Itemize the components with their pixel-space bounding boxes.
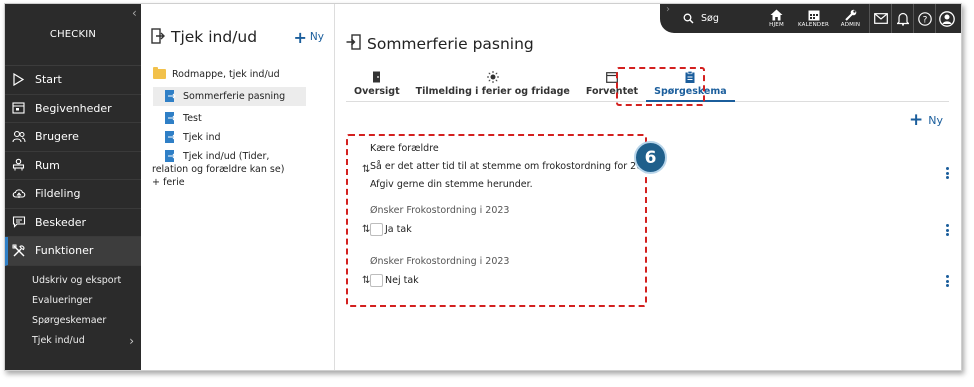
tab-forventet[interactable]: Forventet <box>578 70 646 101</box>
checkin-doc-icon <box>165 90 176 102</box>
users-icon <box>12 130 26 144</box>
checkin-doc-icon <box>165 131 176 143</box>
new-label: Ny <box>928 113 943 127</box>
sidebar-item-begivenheder[interactable]: Begivenheder <box>5 95 141 123</box>
cloud-icon <box>12 187 26 201</box>
folder-icon <box>153 67 166 79</box>
subnav-item-label: Spørgeskemaer <box>32 315 107 326</box>
tab-label: Spørgeskema <box>654 86 727 97</box>
question-block: Ønsker Frokostordning i 2023 Nej tak ⇅ <box>362 253 510 289</box>
sidebar-item-label: Beskeder <box>35 215 87 229</box>
sidebar-item-funktioner[interactable]: Funktioner <box>5 237 141 266</box>
question-block: Ønsker Frokostordning i 2023 Ja tak ⇅ <box>362 202 510 238</box>
folder-panel-header: Tjek ind/ud + Ny <box>141 4 334 62</box>
sun-icon <box>486 70 499 84</box>
folder-tree: Rodmappe, tjek ind/ud Sommerferie pasnin… <box>141 62 334 189</box>
tree-item-tjek-ind[interactable]: Tjek ind <box>153 131 334 144</box>
checkin-icon <box>151 27 165 47</box>
question-label: Ønsker Frokostordning i 2023 <box>370 205 510 216</box>
brand-label: CHECKIN <box>49 29 97 40</box>
tree-label: Sommerferie pasning <box>183 91 286 102</box>
tools-icon <box>12 244 26 258</box>
brand: CHECKIN ‹ <box>5 4 141 66</box>
calendar-icon <box>12 101 26 115</box>
subnav-item-udskriv[interactable]: Udskriv og eksport <box>5 271 141 291</box>
subnav-item-spoergeskemaer[interactable]: Spørgeskemaer <box>5 311 141 331</box>
sidebar-item-label: Fildeling <box>35 187 81 201</box>
answer-checkbox[interactable] <box>370 273 383 287</box>
sidebar-item-beskeder[interactable]: Beskeder <box>5 209 141 237</box>
new-label: Ny <box>309 31 324 43</box>
tree-label: Rodmappe, tjek ind/ud <box>172 69 280 80</box>
app-window: CHECKIN ‹ Start Begivenheder Brugere Rum… <box>4 3 962 371</box>
main-header: Sommerferie pasning <box>346 34 534 53</box>
checkin-icon <box>346 34 361 53</box>
new-question-button[interactable]: + Ny <box>909 110 943 130</box>
tab-label: Tilmelding i ferier og fridage <box>415 86 570 97</box>
checkin-doc-icon <box>165 112 176 124</box>
more-options-icon[interactable] <box>945 224 949 238</box>
sidebar-item-label: Rum <box>35 158 60 172</box>
sidebar-item-label: Brugere <box>35 130 79 144</box>
subnav-item-label: Evalueringer <box>32 295 93 306</box>
room-icon <box>12 158 26 172</box>
answer-label: Nej tak <box>385 274 419 286</box>
sidebar-item-start[interactable]: Start <box>5 66 141 95</box>
tree-label: Tjek ind <box>183 132 221 143</box>
reorder-icon[interactable]: ⇅ <box>362 164 370 175</box>
folder-panel: Tjek ind/ud + Ny Rodmappe, tjek ind/ud S… <box>141 4 335 370</box>
more-options-icon[interactable] <box>945 275 949 289</box>
answer-option[interactable]: Ja tak <box>370 220 509 238</box>
new-folder-item-button[interactable]: + Ny <box>294 28 324 47</box>
tab-spoergeskema[interactable]: Spørgeskema <box>646 70 735 102</box>
tab-label: Forventet <box>585 86 639 97</box>
folder-panel-title: Tjek ind/ud <box>171 28 258 46</box>
sidebar-item-label: Start <box>35 73 62 87</box>
plus-icon: + <box>293 27 307 47</box>
reorder-icon[interactable]: ⇅ <box>362 224 370 235</box>
tree-label: Test <box>183 113 202 124</box>
reorder-icon[interactable]: ⇅ <box>362 275 370 286</box>
clipboard-icon <box>685 70 695 84</box>
tab-bar: Oversigt Tilmelding i ferier og fridage … <box>346 70 949 102</box>
collapse-chevron-icon[interactable]: ‹ <box>132 6 137 20</box>
subnav-item-tjek-ind-ud[interactable]: Tjek ind/ud › <box>5 331 141 351</box>
sidebar-item-brugere[interactable]: Brugere <box>5 123 141 152</box>
subnav-item-evalueringer[interactable]: Evalueringer <box>5 291 141 311</box>
step-number-badge: 6 <box>634 141 667 174</box>
tree-item-tjek-ind-ud[interactable]: Tjek ind/ud (Tider, relation og forældre… <box>152 150 334 189</box>
sidebar-item-label: Funktioner <box>35 244 94 258</box>
sidebar-item-label: Begivenheder <box>35 101 112 115</box>
tree-label: Tjek ind/ud (Tider, relation og forældre… <box>152 151 285 188</box>
subnav-item-label: Tjek ind/ud <box>32 335 85 346</box>
sidebar-item-fildeling[interactable]: Fildeling <box>5 180 141 209</box>
plus-icon: + <box>909 110 924 130</box>
answer-label: Ja tak <box>385 223 412 235</box>
chat-icon <box>12 215 26 229</box>
answer-option[interactable]: Nej tak <box>370 271 509 289</box>
answer-checkbox[interactable] <box>370 222 383 236</box>
tab-oversigt[interactable]: Oversigt <box>346 70 408 101</box>
intro-line: Så er det atter tid til at stemme om fro… <box>370 161 655 172</box>
play-icon <box>12 72 26 87</box>
page-title: Sommerferie pasning <box>367 34 534 53</box>
sidebar-item-rum[interactable]: Rum <box>5 152 141 180</box>
intro-line: Afgiv gerne din stemme herunder. <box>370 179 533 190</box>
door-icon <box>372 70 381 84</box>
intro-text-block: Kære forældre Så er det atter tid til at… <box>362 140 655 194</box>
sidebar-subnav: Udskriv og eksport Evalueringer Spørgesk… <box>5 266 141 351</box>
tree-item-sommerferie[interactable]: Sommerferie pasning <box>153 87 306 106</box>
tab-label: Oversigt <box>354 86 400 97</box>
window-icon <box>606 70 618 84</box>
tree-item-test[interactable]: Test <box>153 112 334 125</box>
tree-folder-root[interactable]: Rodmappe, tjek ind/ud <box>153 67 334 81</box>
main-content: Sommerferie pasning Oversigt Tilmelding … <box>336 4 961 370</box>
sidebar: CHECKIN ‹ Start Begivenheder Brugere Rum… <box>5 4 141 370</box>
intro-line: Kære forældre <box>370 143 439 154</box>
subnav-item-label: Udskriv og eksport <box>32 275 122 286</box>
question-label: Ønsker Frokostordning i 2023 <box>370 256 510 267</box>
chevron-right-icon: › <box>129 333 134 348</box>
more-options-icon[interactable] <box>945 167 949 181</box>
tab-tilmelding[interactable]: Tilmelding i ferier og fridage <box>408 70 578 101</box>
